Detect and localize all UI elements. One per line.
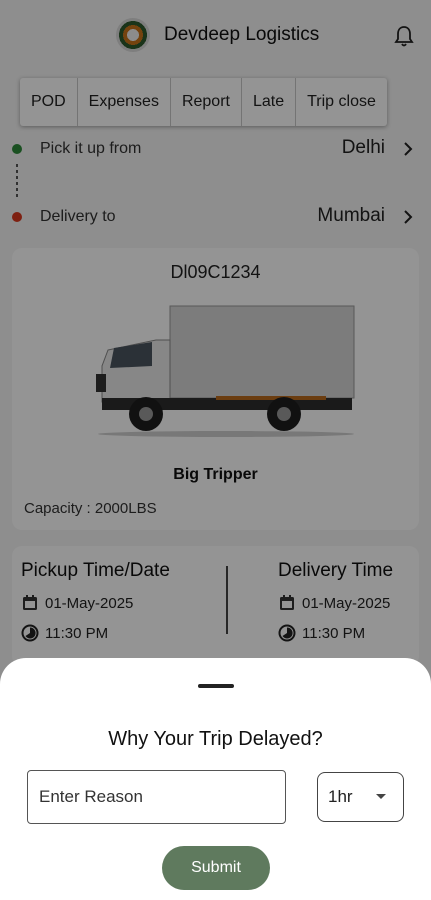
delay-reason-bottom-sheet: Why Your Trip Delayed? 1hr Submit <box>0 658 431 900</box>
sheet-title: Why Your Trip Delayed? <box>108 728 323 750</box>
dropdown-caret-icon <box>376 794 386 799</box>
delay-duration-value: 1hr <box>328 787 353 806</box>
sheet-drag-handle[interactable] <box>198 684 234 688</box>
delay-duration-select[interactable]: 1hr <box>317 772 404 822</box>
submit-button[interactable]: Submit <box>162 846 270 890</box>
reason-input[interactable] <box>27 770 286 824</box>
